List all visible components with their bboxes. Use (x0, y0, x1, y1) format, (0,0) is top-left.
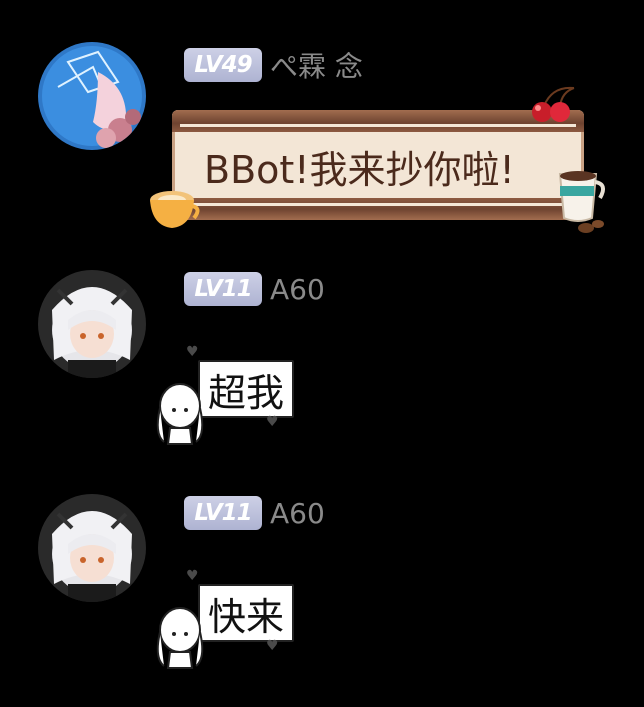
avatar[interactable] (38, 494, 146, 602)
chibi-girl-icon (156, 383, 204, 445)
level-badge: LV49 (184, 48, 262, 82)
level-badge: LV11 (184, 272, 262, 306)
heart-icon: ♥ (266, 414, 279, 430)
avatar[interactable] (38, 42, 146, 150)
message-text: 快来 (198, 584, 295, 642)
message-text: BBot!我来抄你啦! (204, 147, 515, 192)
message-bubble[interactable]: 快来 ♥ ♥ (150, 568, 330, 676)
nickname[interactable]: A60 (270, 497, 325, 530)
message-bubble[interactable]: 超我 ♥ ♥ (150, 344, 330, 452)
avatar-image (38, 42, 146, 150)
latte-cup-icon (150, 191, 200, 228)
message-bubble[interactable]: BBot!我来抄你啦! (150, 86, 606, 234)
message-header: LV11 A60 (184, 270, 325, 308)
level-badge: LV11 (184, 496, 262, 530)
message-header: LV11 A60 (184, 494, 325, 532)
heart-icon: ♥ (186, 344, 199, 360)
heart-icon: ♥ (186, 568, 199, 584)
avatar[interactable] (38, 270, 146, 378)
bubble-stripe-bottom (172, 198, 584, 220)
avatar-image (38, 494, 146, 602)
cherry-icon (532, 86, 575, 122)
coffee-cup-icon (558, 171, 606, 233)
message-text: 超我 (198, 360, 295, 418)
heart-icon: ♥ (266, 638, 279, 654)
chibi-girl-icon (156, 607, 204, 669)
nickname[interactable]: A60 (270, 273, 325, 306)
message-header: LV49 ぺ霖 念 (184, 46, 363, 84)
nickname[interactable]: ぺ霖 念 (270, 45, 363, 85)
avatar-image (38, 270, 146, 378)
